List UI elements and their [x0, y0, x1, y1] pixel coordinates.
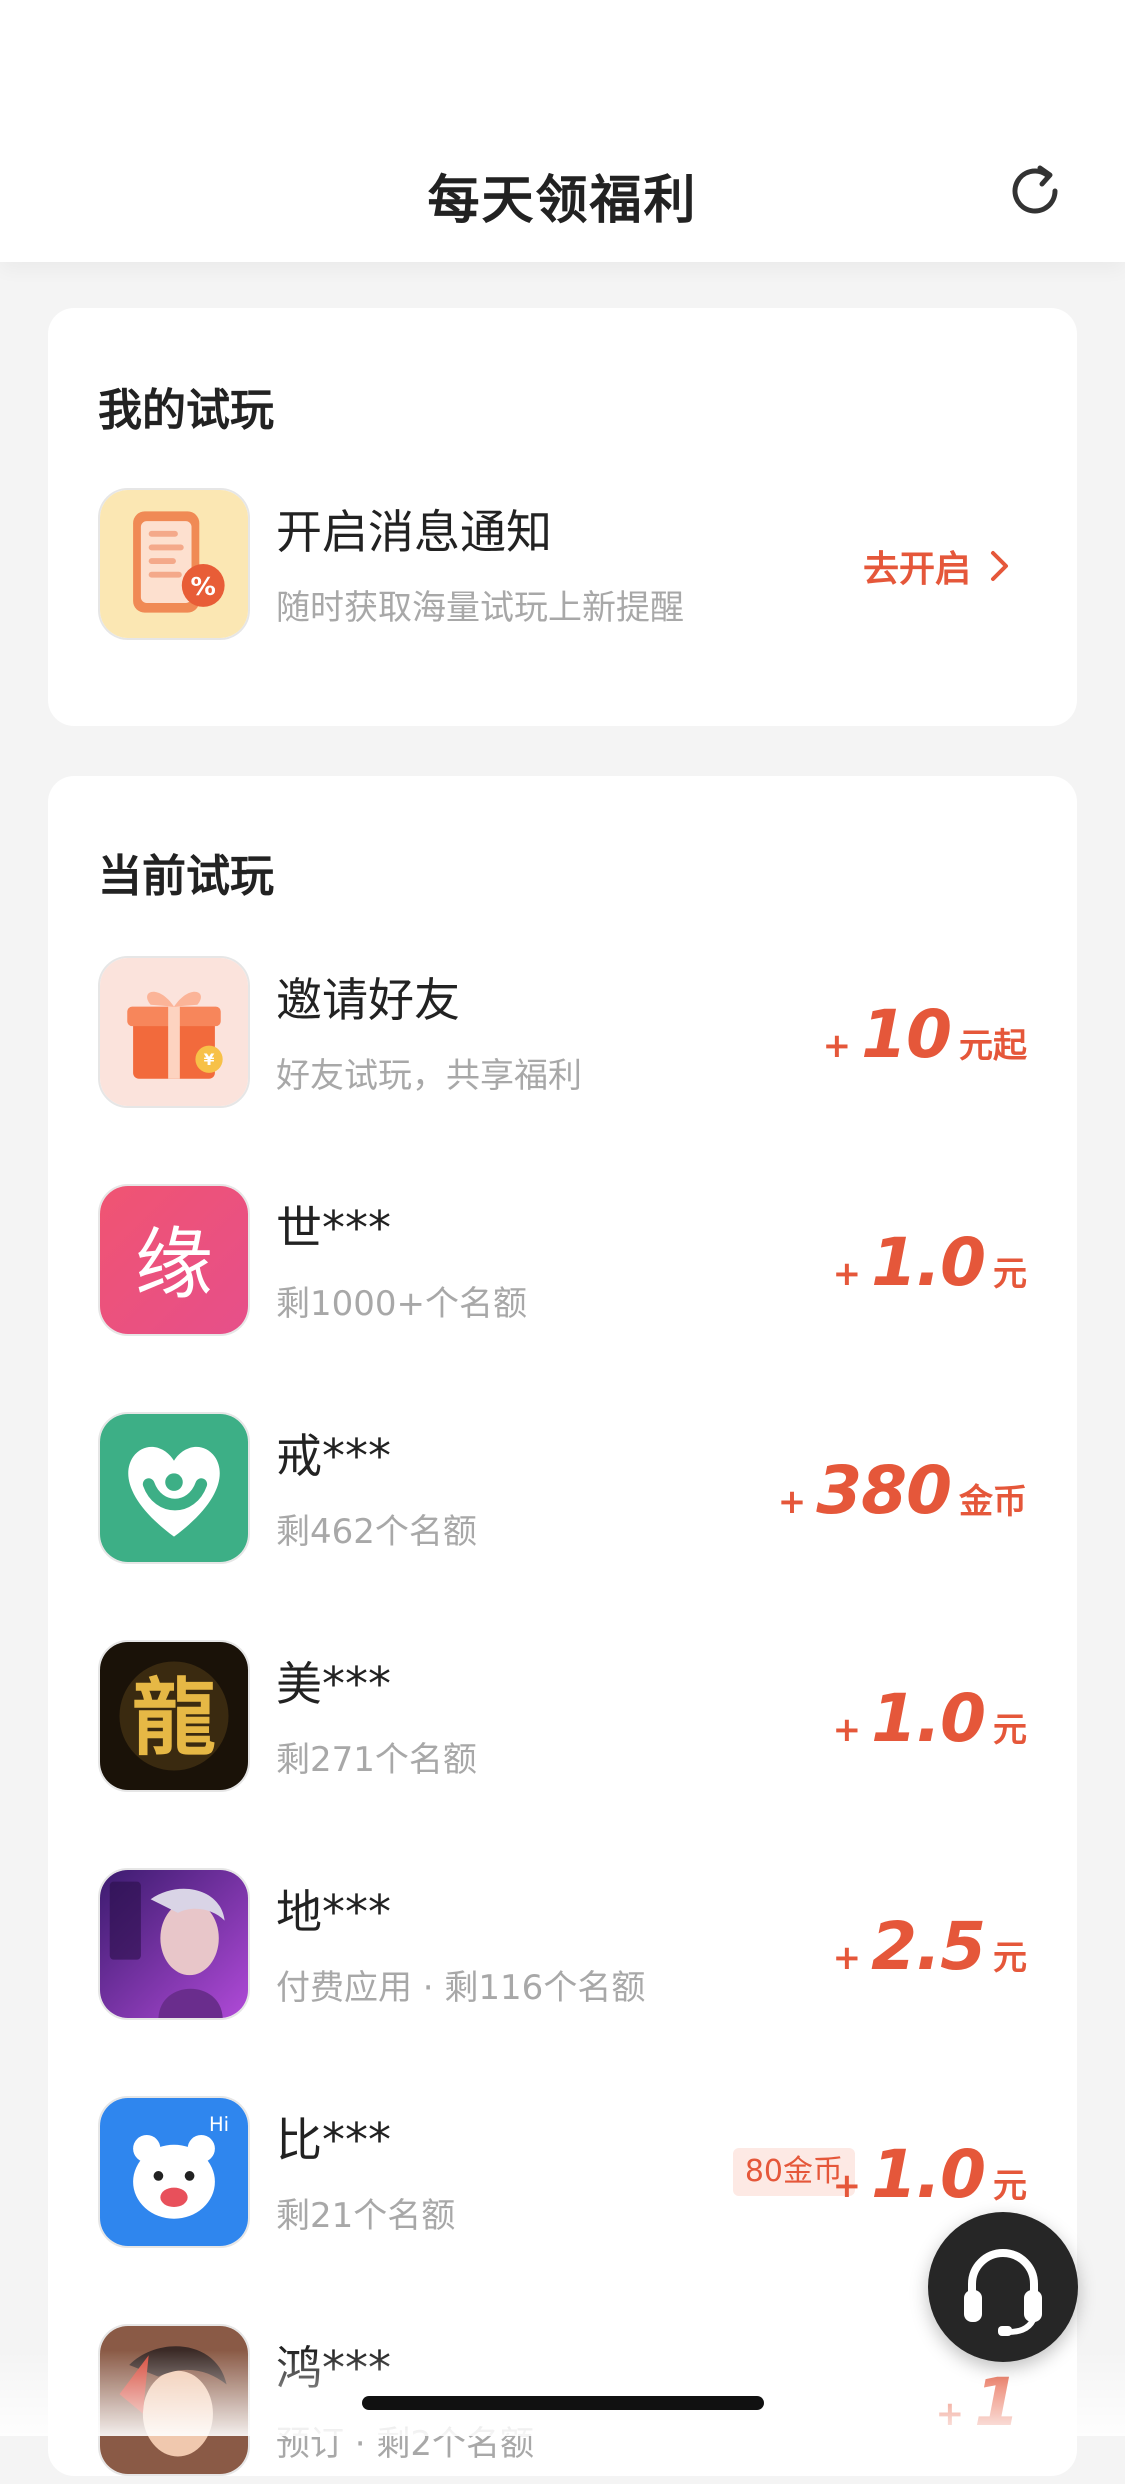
trial-item-sub: 剩462个名额 — [276, 1512, 477, 1552]
trial-item-name: 比*** — [276, 2113, 391, 2167]
reward-amount: + 1.0 元 — [832, 1224, 1027, 1301]
trial-item-sub: 付费应用 · 剩116个名额 — [276, 1968, 646, 2008]
trial-item-sub: 剩21个名额 — [276, 2196, 456, 2236]
reward-amount: + 380 金币 — [777, 1452, 1027, 1529]
bear-app-icon: Hi — [98, 2096, 250, 2248]
svg-text:龍: 龍 — [132, 1668, 216, 1767]
gift-icon: ¥ — [98, 956, 250, 1108]
trial-item[interactable]: 龍 美*** 剩271个名额 + 1.0 元 — [48, 1640, 1077, 1800]
reward-amount: + 10 元起 — [822, 996, 1027, 1073]
page-title: 每天领福利 — [427, 171, 698, 231]
trial-item-name: 戒*** — [276, 1429, 391, 1483]
trial-item-sub: 剩1000+个名额 — [276, 1284, 528, 1324]
yuan-app-icon: 缘 — [98, 1184, 250, 1336]
trial-item-name: 世*** — [276, 1201, 391, 1255]
notification-name: 开启消息通知 — [276, 505, 552, 559]
dragon-game-icon: 龍 — [98, 1640, 250, 1792]
my-trial-title: 我的试玩 — [98, 385, 274, 436]
headset-icon — [964, 2249, 1042, 2336]
reward-amount: + 2.5 元 — [832, 1908, 1027, 1985]
bottom-fade — [0, 2350, 1125, 2436]
current-trial-card: 当前试玩 ¥ 邀请好友 好友试玩，共享福利 + 10 元起 缘 世*** 剩10… — [48, 776, 1077, 2476]
trial-item[interactable]: 缘 世*** 剩1000+个名额 + 1.0 元 — [48, 1184, 1077, 1344]
trial-item-name: 地*** — [276, 1885, 391, 1939]
home-indicator[interactable] — [362, 2396, 764, 2410]
trial-item-sub: 好友试玩，共享福利 — [276, 1056, 582, 1096]
heart-app-icon — [98, 1412, 250, 1564]
reward-amount: + 1.0 元 — [832, 2136, 1027, 2213]
svg-text:Hi: Hi — [209, 2113, 229, 2136]
reward-amount: + 1.0 元 — [832, 1680, 1027, 1757]
notification-sub: 随时获取海量试玩上新提醒 — [276, 588, 684, 628]
enable-notification-button[interactable]: 去开启 — [863, 540, 1011, 592]
trial-item[interactable]: Hi 比*** 剩21个名额 80金币 + 1.0 元 — [48, 2096, 1077, 2256]
customer-support-button[interactable] — [928, 2212, 1078, 2362]
trial-item-invite[interactable]: ¥ 邀请好友 好友试玩，共享福利 + 10 元起 — [48, 956, 1077, 1116]
refresh-icon[interactable] — [1004, 160, 1066, 222]
phone-discount-icon: % — [98, 488, 250, 640]
svg-text:¥: ¥ — [204, 1051, 215, 1069]
trial-item[interactable]: 地*** 付费应用 · 剩116个名额 + 2.5 元 — [48, 1868, 1077, 2028]
trial-item-name: 邀请好友 — [276, 973, 460, 1027]
trial-item-sub: 剩271个名额 — [276, 1740, 477, 1780]
my-trial-card: 我的试玩 % 开启消息通知 随时获取海量试玩上新提醒 去开启 — [48, 308, 1077, 726]
enable-notification-label: 去开启 — [862, 549, 971, 590]
svg-text:%: % — [191, 572, 216, 601]
trial-item-name: 美*** — [276, 1657, 391, 1711]
trial-item[interactable]: 戒*** 剩462个名额 + 380 金币 — [48, 1412, 1077, 1572]
current-trial-title: 当前试玩 — [98, 851, 274, 902]
chevron-right-icon — [991, 551, 1008, 581]
top-header: 每天领福利 — [0, 0, 1125, 262]
svg-text:缘: 缘 — [135, 1220, 213, 1310]
fantasy-character-icon — [98, 1868, 250, 2020]
